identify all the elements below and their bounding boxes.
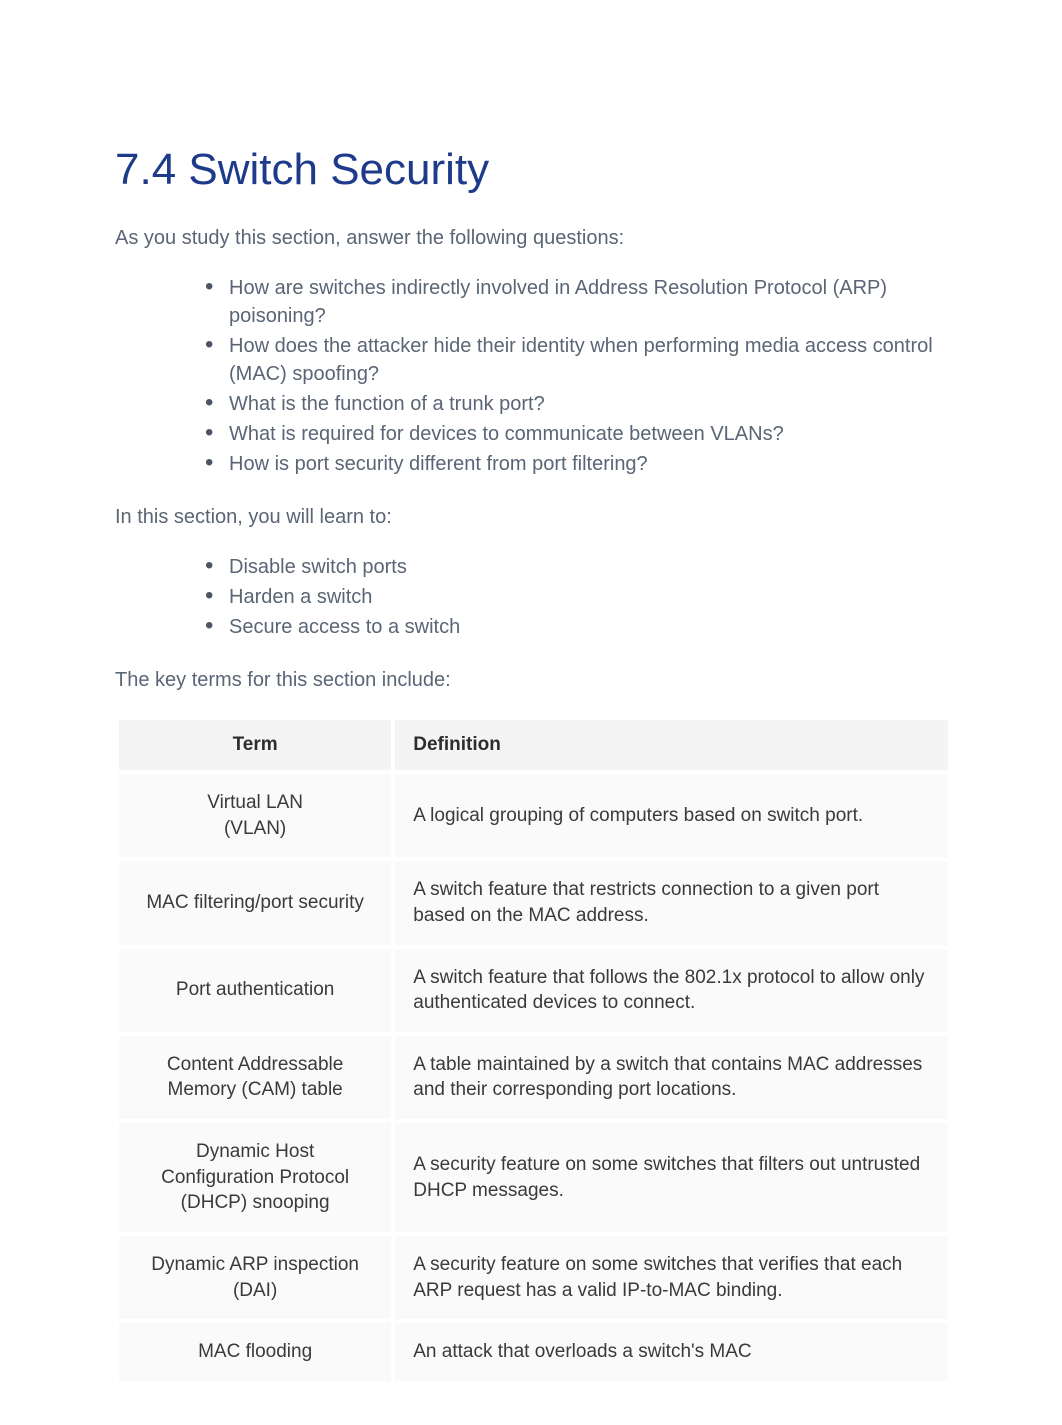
term-cell: Dynamic Host Configuration Protocol (DHC… [119,1123,391,1232]
list-item: Harden a switch [205,583,952,611]
table-row: Content Addressable Memory (CAM) table A… [119,1036,948,1119]
list-item: How are switches indirectly involved in … [205,274,952,330]
definition-cell: An attack that overloads a switch's MAC [395,1323,948,1381]
term-cell: MAC flooding [119,1323,391,1381]
page-title: 7.4 Switch Security [115,145,952,195]
term-cell: Port authentication [119,949,391,1032]
list-item: Disable switch ports [205,553,952,581]
term-cell: Virtual LAN(VLAN) [119,774,391,857]
intro-terms: The key terms for this section include: [115,669,952,692]
list-item: Secure access to a switch [205,613,952,641]
terms-table: Term Definition Virtual LAN(VLAN) A logi… [115,716,952,1385]
table-row: Dynamic ARP inspection (DAI) A security … [119,1236,948,1319]
table-row: MAC filtering/port security A switch fea… [119,861,948,944]
term-cell: MAC filtering/port security [119,861,391,944]
intro-objectives: In this section, you will learn to: [115,506,952,529]
table-row: MAC flooding An attack that overloads a … [119,1323,948,1381]
definition-cell: A switch feature that restricts connecti… [395,861,948,944]
list-item: What is the function of a trunk port? [205,390,952,418]
definition-cell: A logical grouping of computers based on… [395,774,948,857]
term-cell: Dynamic ARP inspection (DAI) [119,1236,391,1319]
list-item: What is required for devices to communic… [205,420,952,448]
table-row: Dynamic Host Configuration Protocol (DHC… [119,1123,948,1232]
definition-cell: A table maintained by a switch that cont… [395,1036,948,1119]
list-item: How is port security different from port… [205,450,952,478]
table-header-definition: Definition [395,720,948,770]
term-cell: Content Addressable Memory (CAM) table [119,1036,391,1119]
definition-cell: A switch feature that follows the 802.1x… [395,949,948,1032]
definition-cell: A security feature on some switches that… [395,1123,948,1232]
questions-list: How are switches indirectly involved in … [205,274,952,478]
table-row: Port authentication A switch feature tha… [119,949,948,1032]
intro-questions: As you study this section, answer the fo… [115,227,952,250]
list-item: How does the attacker hide their identit… [205,332,952,388]
definition-cell: A security feature on some switches that… [395,1236,948,1319]
objectives-list: Disable switch ports Harden a switch Sec… [205,553,952,641]
table-row: Virtual LAN(VLAN) A logical grouping of … [119,774,948,857]
table-header-term: Term [119,720,391,770]
